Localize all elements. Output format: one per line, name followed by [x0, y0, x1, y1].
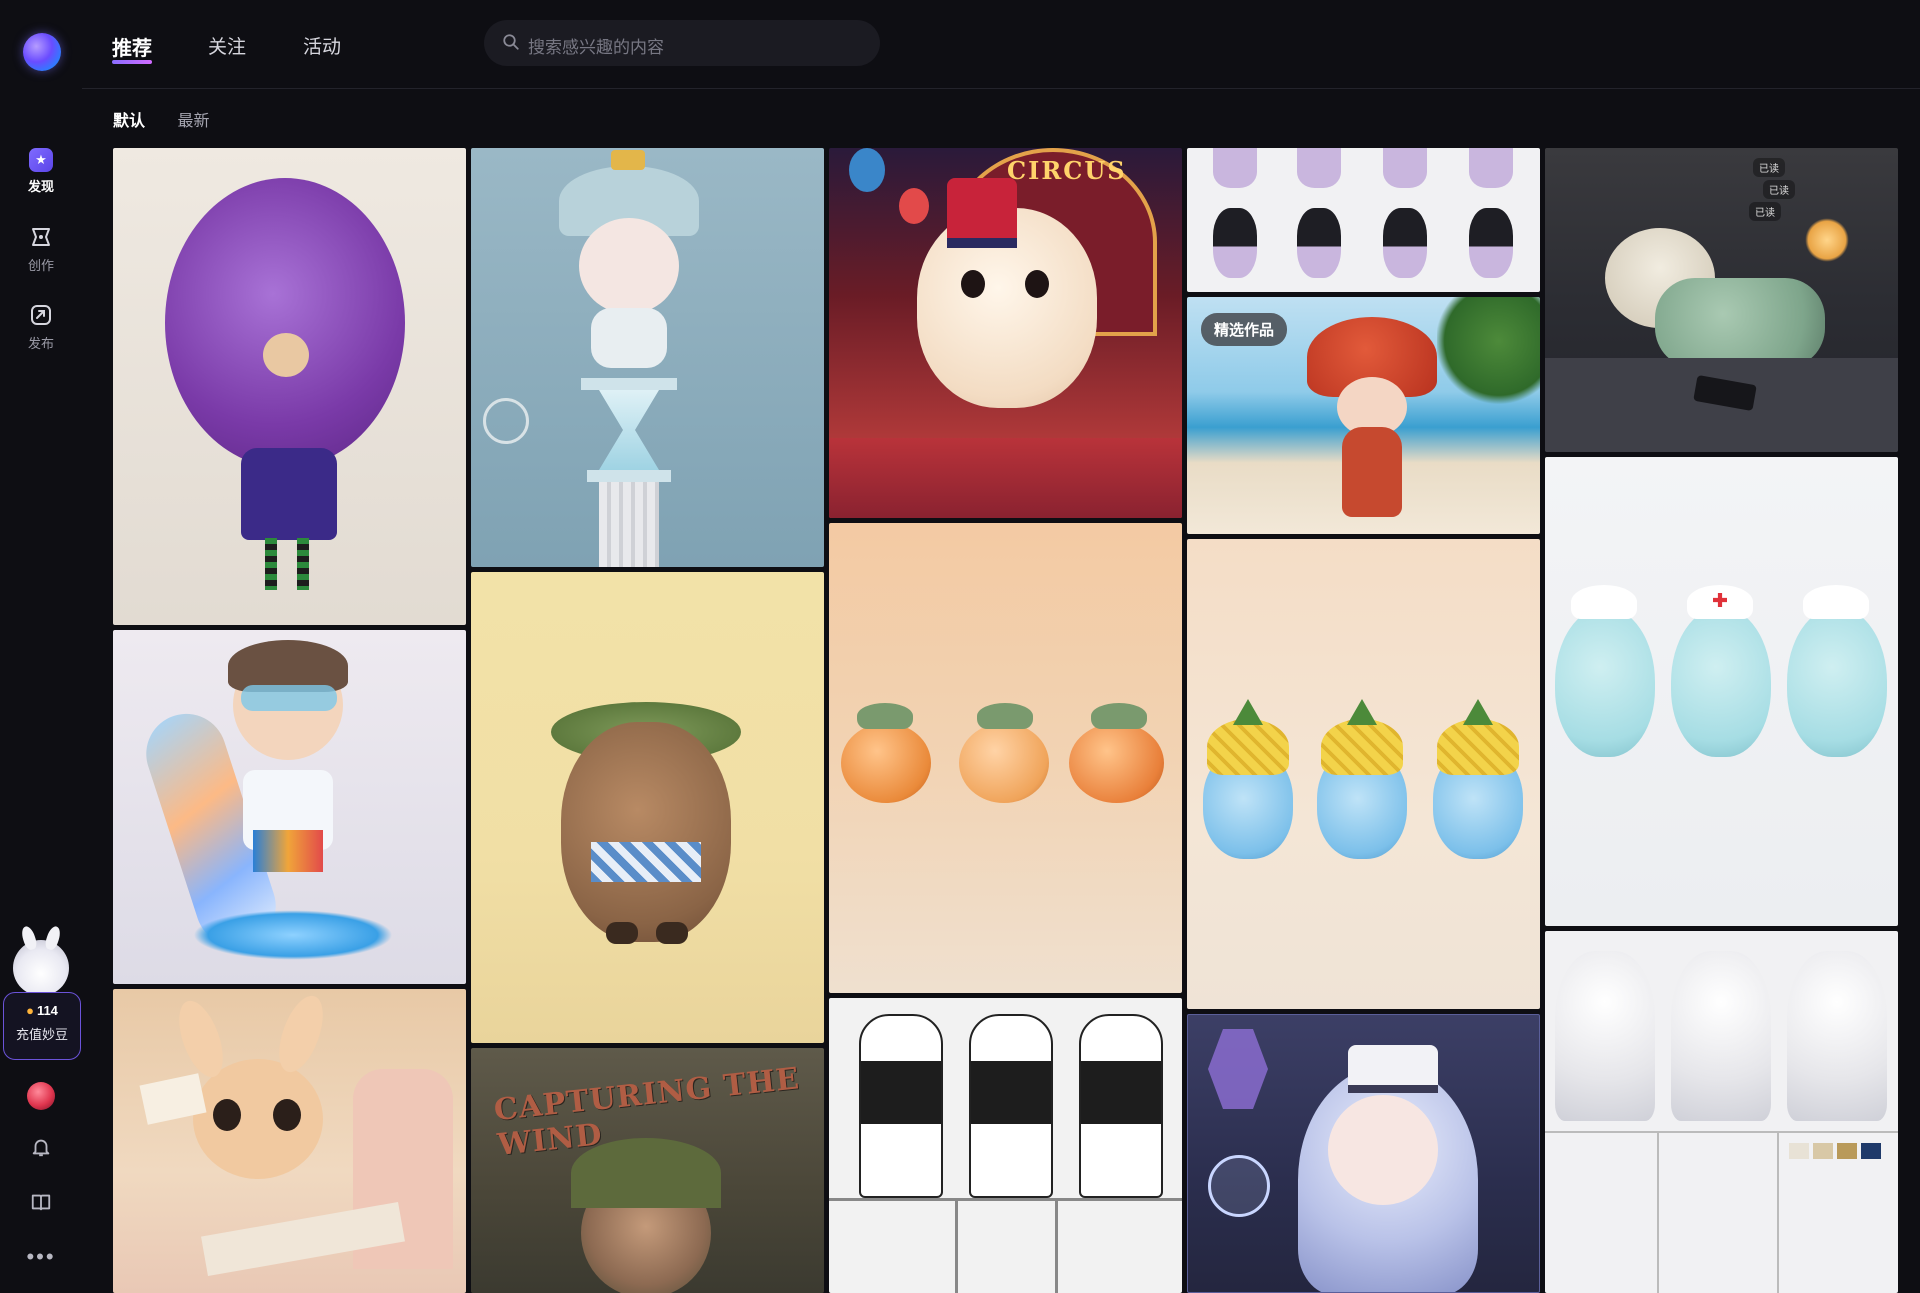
featured-badge: 精选作品	[1201, 313, 1288, 346]
search-placeholder: 搜索感兴趣的内容	[528, 38, 664, 57]
gallery-card-gothic-sheet[interactable]	[829, 998, 1182, 1293]
avatar[interactable]	[13, 940, 69, 996]
beans-count: 114	[36, 1003, 58, 1018]
gallery-grid: CAPTURING THE WIND CIRCUS 精选作品 已读 已读 已读	[113, 148, 1898, 1293]
gallery-card-angel-sheet[interactable]	[1545, 931, 1898, 1293]
sidebar-item-publish[interactable]: 发布	[0, 303, 82, 352]
read-tag-1: 已读	[1753, 158, 1785, 177]
tab-events[interactable]: 活动	[303, 32, 341, 59]
gallery-card-bubble-girl[interactable]	[1187, 1014, 1540, 1293]
notification-button[interactable]	[0, 1136, 82, 1164]
sidebar-item-create[interactable]: 创作	[0, 225, 82, 274]
bell-icon	[32, 1139, 50, 1157]
tab-follow[interactable]: 关注	[208, 32, 246, 59]
sort-latest[interactable]: 最新	[177, 107, 209, 131]
app-logo[interactable]	[23, 33, 61, 71]
sort-tabs: 默认 最新	[113, 107, 237, 131]
more-icon: •••	[26, 1244, 56, 1269]
create-icon	[28, 225, 54, 251]
search-input[interactable]: 搜索感兴趣的内容	[484, 20, 880, 66]
user-ball-avatar[interactable]	[0, 1082, 82, 1110]
gallery-card-bunny-castle[interactable]	[113, 989, 466, 1293]
gallery-card-sleeping-boy[interactable]: 已读 已读 已读	[1545, 148, 1898, 452]
gallery-card-mushroom-beach[interactable]: 精选作品	[1187, 297, 1540, 534]
flame-icon: ●	[26, 1003, 34, 1018]
gallery-card-capturing-the-wind[interactable]: CAPTURING THE WIND	[471, 1048, 824, 1293]
sidebar-item-label: 发现	[27, 179, 54, 194]
discover-icon: ★	[29, 148, 53, 172]
more-button[interactable]: •••	[0, 1244, 82, 1270]
search-icon	[502, 33, 520, 51]
book-icon	[31, 1194, 51, 1211]
tab-recommend[interactable]: 推荐	[112, 32, 152, 64]
gallery-card-surfer-boy[interactable]	[113, 630, 466, 984]
beans-label: 充值妙豆	[15, 1027, 68, 1042]
publish-icon	[28, 303, 54, 329]
top-bar: 推荐 关注 活动 搜索感兴趣的内容	[82, 0, 1920, 89]
gallery-card-fish-figurines[interactable]	[829, 523, 1182, 993]
sidebar-item-discover[interactable]: ★ 发现	[0, 148, 82, 195]
circus-sign-text: CIRCUS	[1007, 156, 1127, 185]
ball-icon	[27, 1082, 55, 1110]
gallery-card-nurse-plush[interactable]	[1545, 457, 1898, 926]
recharge-beans-button[interactable]: ● 114 充值妙豆	[3, 992, 81, 1060]
guide-button[interactable]	[0, 1191, 82, 1219]
read-tag-3: 已读	[1749, 202, 1781, 221]
gallery-card-acorn-creature[interactable]	[471, 572, 824, 1043]
sidebar-item-label: 发布	[27, 336, 54, 351]
sort-default[interactable]: 默认	[113, 107, 145, 131]
gallery-card-circus-bear[interactable]: CIRCUS	[829, 148, 1182, 518]
sidebar-item-label: 创作	[27, 258, 54, 273]
gallery-card-pineapple-birds[interactable]	[1187, 539, 1540, 1009]
gallery-card-purple-fluff[interactable]	[113, 148, 466, 625]
gallery-card-hourglass-girl[interactable]	[471, 148, 824, 567]
read-tag-2: 已读	[1763, 180, 1795, 199]
sidebar: ★ 发现 创作 发布 ● 114 充值妙豆 •••	[0, 0, 82, 1293]
gallery-card-penguin-sheet[interactable]	[1187, 148, 1540, 292]
